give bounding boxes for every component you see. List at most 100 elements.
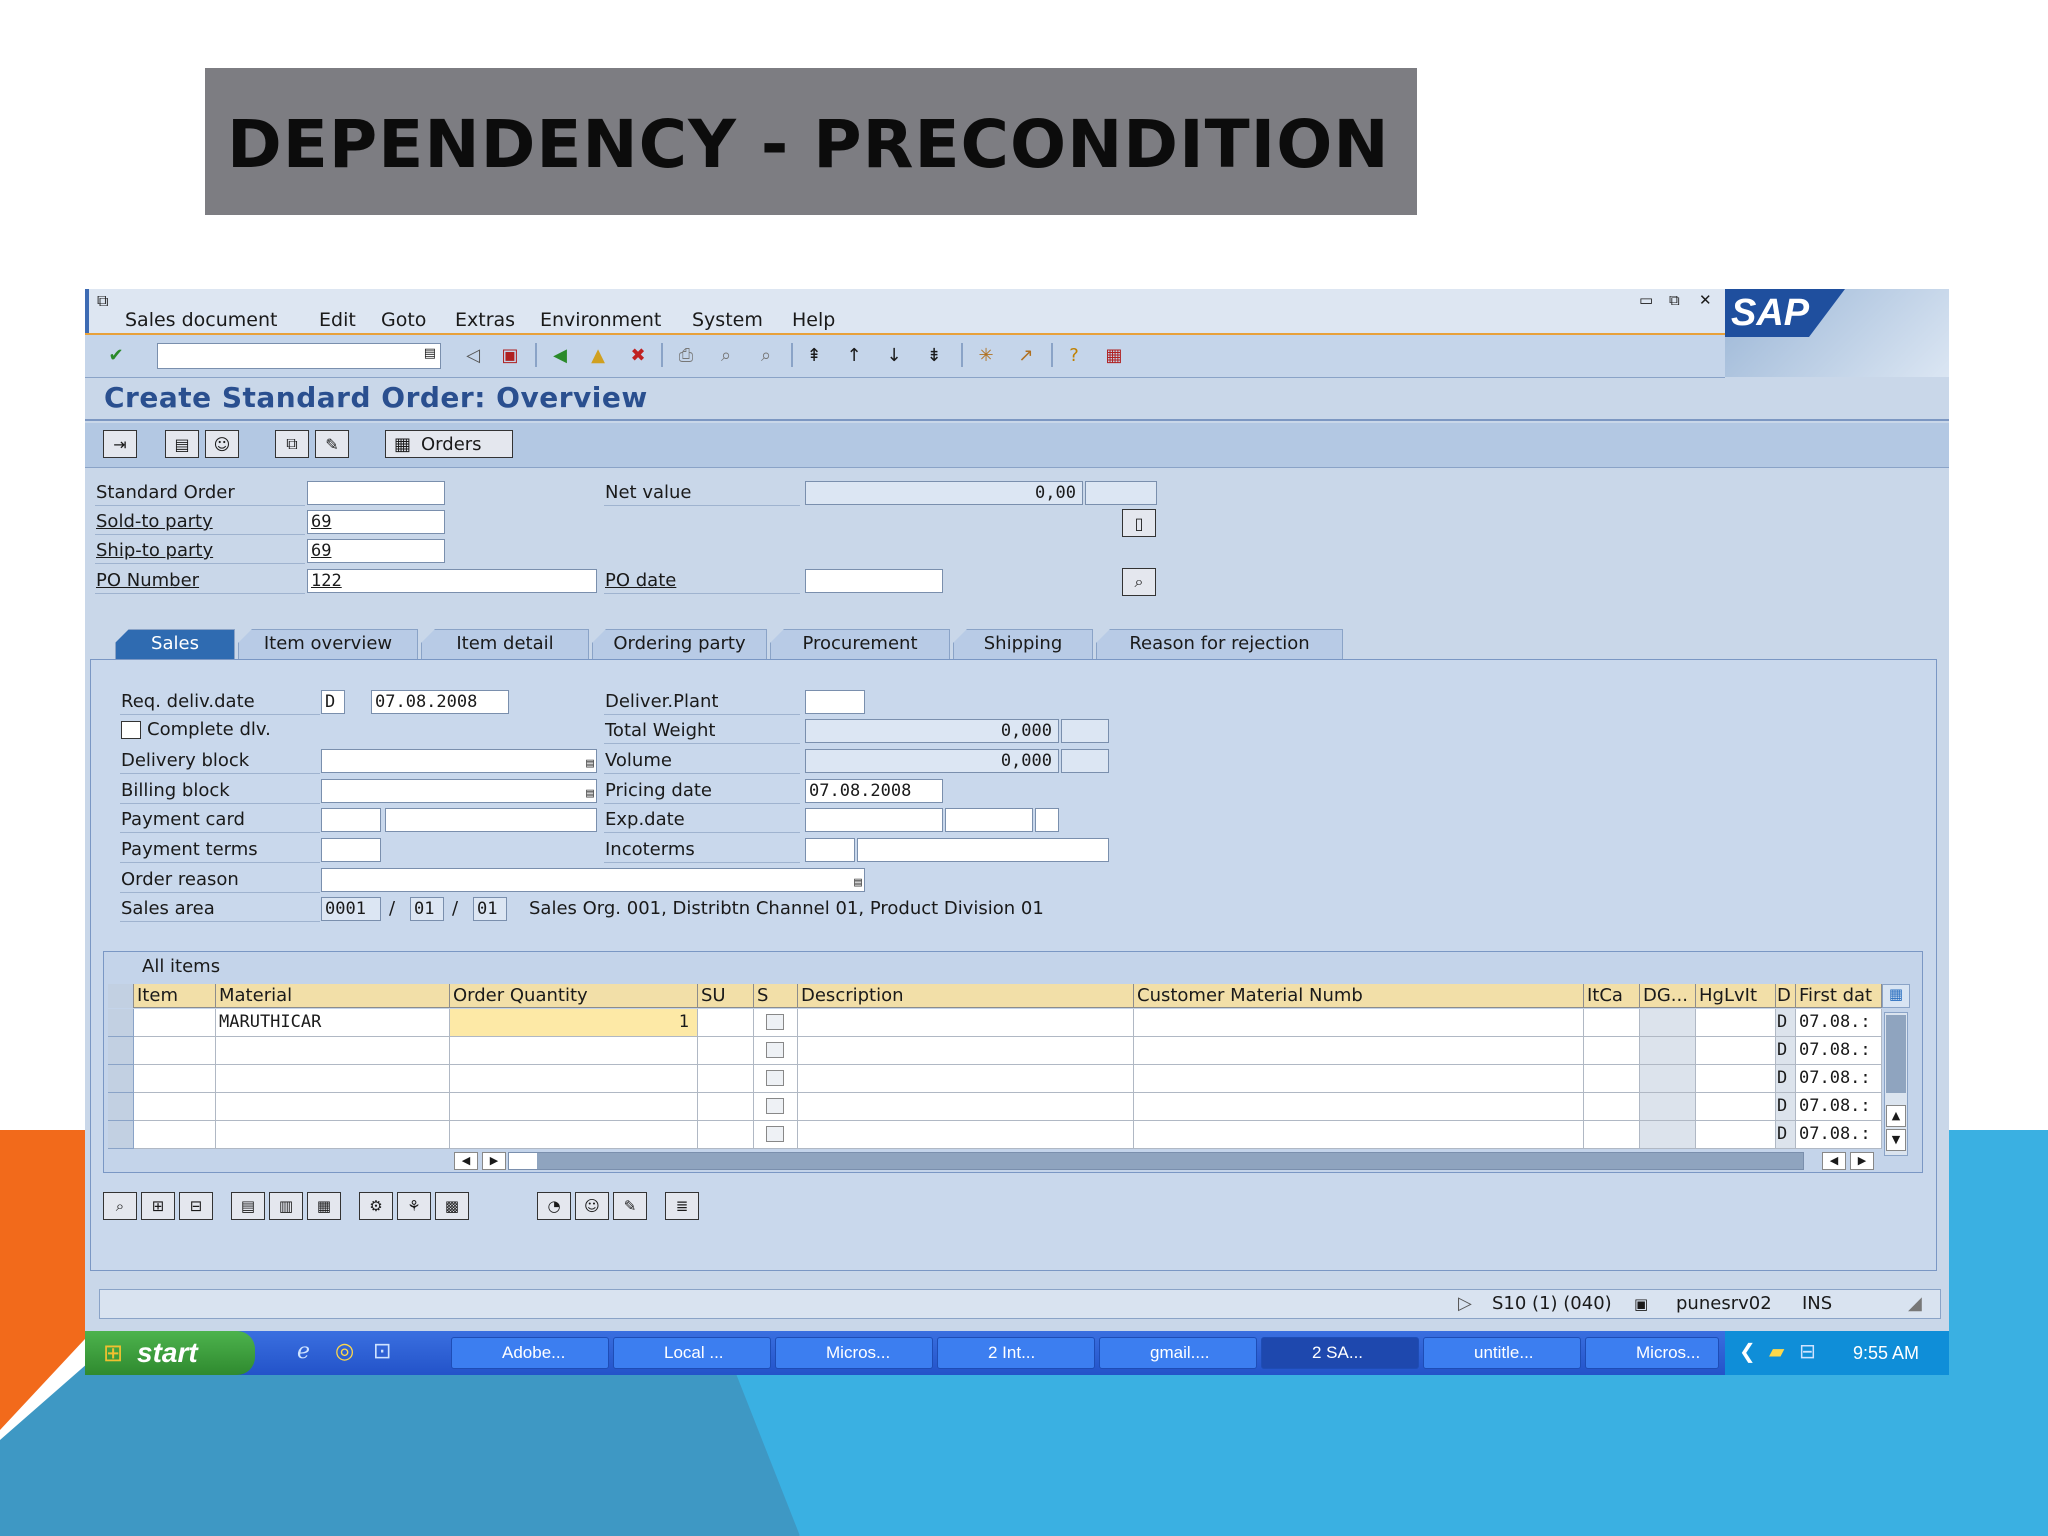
cell-d[interactable]: D <box>1776 1009 1796 1037</box>
row-selector[interactable] <box>108 1009 134 1037</box>
task-gmail[interactable]: gmail.... <box>1099 1337 1257 1369</box>
task-local[interactable]: Local ... <box>613 1337 771 1369</box>
menu-goto[interactable]: Goto <box>381 309 426 331</box>
cell-first-date[interactable]: 07.08.: <box>1796 1121 1882 1149</box>
cell-dg[interactable] <box>1640 1093 1696 1121</box>
cell-item[interactable] <box>134 1037 216 1065</box>
cell-hglvlt[interactable] <box>1696 1121 1776 1149</box>
cell-description[interactable] <box>798 1121 1134 1149</box>
complete-dlv-checkbox[interactable] <box>121 721 141 739</box>
layout-menu-icon[interactable]: ▦ <box>1101 343 1127 367</box>
cell-su[interactable] <box>698 1121 754 1149</box>
delete-row-icon[interactable]: ⊟ <box>179 1192 213 1220</box>
vertical-scrollbar[interactable]: ▲ ▼ <box>1884 1012 1908 1156</box>
task-internet[interactable]: 2 Int... <box>937 1337 1095 1369</box>
texts-icon[interactable]: ✎ <box>613 1192 647 1220</box>
cell-d[interactable]: D <box>1776 1065 1796 1093</box>
task-untitled[interactable]: untitle... <box>1423 1337 1581 1369</box>
sold-to-field[interactable]: 69 <box>307 510 445 534</box>
insert-mode[interactable]: INS <box>1802 1292 1832 1316</box>
columns-left-icon[interactable]: ◀ <box>454 1152 478 1170</box>
cell-item[interactable] <box>134 1121 216 1149</box>
dropdown-icon[interactable]: ▤ <box>854 872 862 891</box>
po-date-field[interactable] <box>805 569 943 593</box>
shortcut-icon[interactable]: ↗ <box>1013 343 1039 367</box>
next-page-icon[interactable]: ↓ <box>881 343 907 367</box>
back-arrow-icon[interactable]: ◁ <box>460 343 486 367</box>
ship-to-field[interactable]: 69 <box>307 539 445 563</box>
row-checkbox[interactable] <box>766 1098 784 1114</box>
pricing-icon[interactable]: ⚘ <box>397 1192 431 1220</box>
cell-hglvlt[interactable] <box>1696 1065 1776 1093</box>
horizontal-scrollbar[interactable] <box>508 1152 1804 1170</box>
task-micros-2[interactable]: Micros... <box>1585 1337 1719 1369</box>
status-overview-icon[interactable]: ✎ <box>315 430 349 458</box>
col-header-dg[interactable]: DG... <box>1640 984 1696 1008</box>
column-settings-icon[interactable]: ▦ <box>1882 984 1910 1008</box>
cell-su[interactable] <box>698 1037 754 1065</box>
status-expand-icon[interactable]: ▷ <box>1458 1292 1472 1316</box>
cell-itca[interactable] <box>1584 1037 1640 1065</box>
row-selector[interactable] <box>108 1093 134 1121</box>
col-header-hglvlt[interactable]: HgLvIt <box>1696 984 1776 1008</box>
menu-environment[interactable]: Environment <box>540 309 661 331</box>
cell-hglvlt[interactable] <box>1696 1037 1776 1065</box>
cell-description[interactable] <box>798 1065 1134 1093</box>
billing-block-dropdown[interactable]: ▤ <box>321 779 597 803</box>
col-header-customer-material[interactable]: Customer Material Numb <box>1134 984 1584 1008</box>
cell-itca[interactable] <box>1584 1121 1640 1149</box>
help-icon[interactable]: ? <box>1061 343 1087 367</box>
command-field[interactable]: ▤ <box>157 343 441 369</box>
menu-edit[interactable]: Edit <box>319 309 356 331</box>
cell-material[interactable] <box>216 1121 450 1149</box>
cell-itca[interactable] <box>1584 1093 1640 1121</box>
cell-d[interactable]: D <box>1776 1093 1796 1121</box>
window-menu-icon[interactable]: ⧉ <box>97 291 108 311</box>
ship-to-label[interactable]: Ship-to party <box>96 540 213 561</box>
tab-procurement[interactable]: Procurement <box>770 629 950 659</box>
scroll-down-icon[interactable]: ▼ <box>1886 1129 1906 1151</box>
sort-icon[interactable]: ≣ <box>665 1192 699 1220</box>
col-header-d[interactable]: D <box>1776 984 1796 1008</box>
outlook-quicklaunch-icon[interactable]: ◎ <box>335 1339 354 1364</box>
row-checkbox[interactable] <box>766 1070 784 1086</box>
configuration-icon[interactable]: ⚙ <box>359 1192 393 1220</box>
insert-row-icon[interactable]: ⊞ <box>141 1192 175 1220</box>
cell-s[interactable] <box>754 1121 798 1149</box>
menu-system[interactable]: System <box>692 309 763 331</box>
tray-network-icon[interactable]: ⊟ <box>1799 1339 1816 1363</box>
new-session-icon[interactable]: ✳ <box>973 343 999 367</box>
cell-material[interactable] <box>216 1093 450 1121</box>
cell-hglvlt[interactable] <box>1696 1093 1776 1121</box>
cell-description[interactable] <box>798 1009 1134 1037</box>
exit-icon[interactable]: ▲ <box>585 343 611 367</box>
col-header-itca[interactable]: ItCa <box>1584 984 1640 1008</box>
delivery-block-dropdown[interactable]: ▤ <box>321 749 597 773</box>
po-number-field[interactable]: 122 <box>307 569 597 593</box>
deselect-all-icon[interactable]: ▦ <box>307 1192 341 1220</box>
menu-sales-document[interactable]: Sales document <box>125 309 277 331</box>
standard-order-field[interactable] <box>307 481 445 505</box>
session-info-icon[interactable]: ▣ <box>1634 1292 1648 1316</box>
display-doc-icon[interactable]: ⇥ <box>103 430 137 458</box>
cell-dg[interactable] <box>1640 1009 1696 1037</box>
cell-first-date[interactable]: 07.08.: <box>1796 1037 1882 1065</box>
scroll-up-icon[interactable]: ▲ <box>1886 1105 1906 1127</box>
orders-button[interactable]: ▦ Orders <box>385 430 513 458</box>
tray-folder-icon[interactable]: ▰ <box>1769 1339 1784 1363</box>
find-next-icon[interactable]: ⌕ <box>753 343 779 367</box>
col-header-first-date[interactable]: First dat <box>1796 984 1882 1008</box>
cell-s[interactable] <box>754 1009 798 1037</box>
deliver-plant-field[interactable] <box>805 690 865 714</box>
incoterms-field[interactable] <box>805 838 855 862</box>
find-icon[interactable]: ⌕ <box>713 343 739 367</box>
ie-quicklaunch-icon[interactable]: ℯ <box>297 1339 310 1364</box>
cell-order-quantity[interactable] <box>450 1037 698 1065</box>
exp-date-flag-field[interactable] <box>1035 808 1059 832</box>
row-checkbox[interactable] <box>766 1014 784 1030</box>
tray-expand-icon[interactable]: ❮ <box>1739 1339 1756 1363</box>
col-header-description[interactable]: Description <box>798 984 1134 1008</box>
exp-date-extra-field[interactable] <box>945 808 1033 832</box>
tab-item-detail[interactable]: Item detail <box>421 629 589 659</box>
cell-material[interactable] <box>216 1065 450 1093</box>
